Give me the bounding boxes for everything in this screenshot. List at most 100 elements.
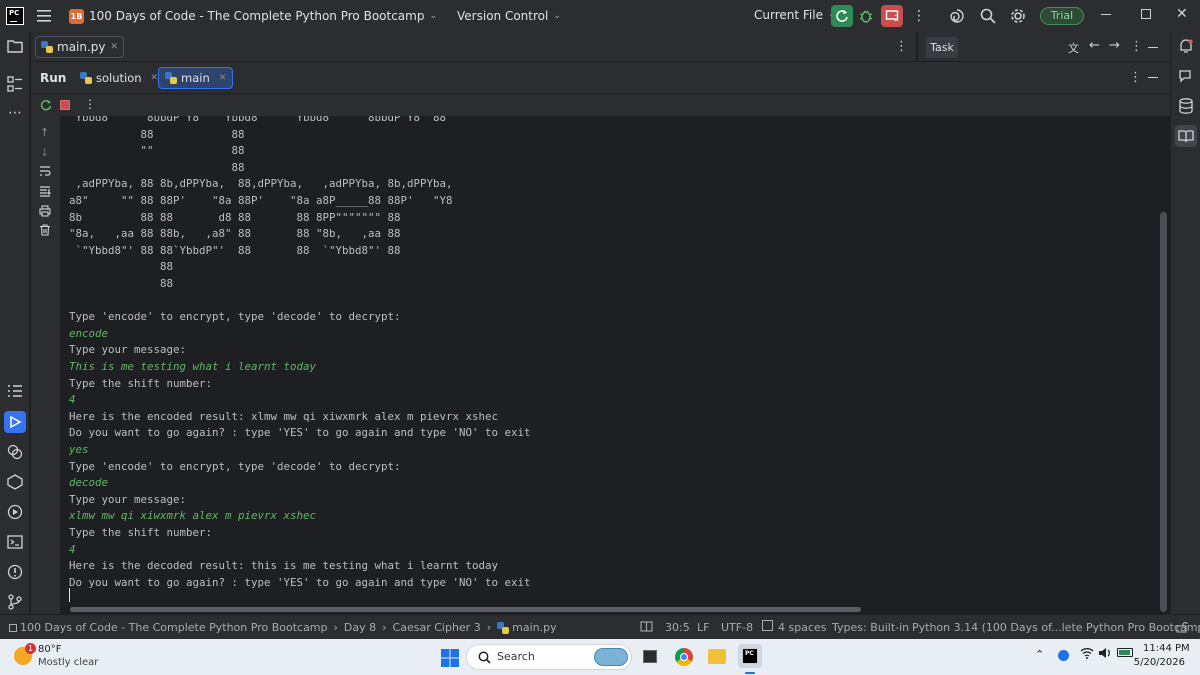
unlock-icon[interactable] — [1176, 621, 1188, 633]
clock-date[interactable]: 5/20/2026 — [1131, 657, 1185, 668]
chevron-down-icon: ⌄ — [429, 11, 438, 21]
project-selector[interactable]: 1B 100 Days of Code - The Complete Pytho… — [69, 8, 438, 24]
structure-icon[interactable] — [6, 75, 24, 93]
breadcrumb-item[interactable]: Day 8 — [344, 621, 376, 634]
arrow-left-icon[interactable]: ← — [1089, 38, 1100, 53]
file-encoding[interactable]: UTF-8 — [721, 621, 753, 634]
problems-icon[interactable] — [6, 563, 24, 581]
task-view-icon[interactable] — [643, 650, 657, 663]
more-options-icon[interactable]: ⋮ — [84, 97, 96, 111]
scroll-up-icon[interactable]: ↑ — [40, 126, 49, 139]
project-module-icon — [9, 623, 17, 632]
active-app-indicator — [745, 672, 755, 674]
run-config-selector[interactable]: Current File ⌄ — [754, 8, 836, 22]
horizontal-scrollbar[interactable] — [70, 607, 861, 612]
rerun-button[interactable] — [831, 5, 853, 27]
indent-setting[interactable]: 4 spaces — [778, 621, 827, 634]
taskbar-search-box[interactable]: Search — [466, 644, 632, 670]
vcs-readonly-icon[interactable] — [640, 621, 653, 632]
python-interpreter[interactable]: Python 3.14 (100 Days of...lete Python P… — [912, 621, 1200, 634]
notifications-bell-icon[interactable] — [1177, 37, 1195, 55]
type-checking[interactable]: Types: Built-in — [832, 621, 909, 634]
git-icon[interactable] — [6, 593, 24, 611]
close-icon[interactable]: ✕ — [111, 42, 119, 52]
task-options-icon[interactable]: ⋮ — [1130, 39, 1143, 54]
trial-badge[interactable]: Trial — [1040, 7, 1084, 25]
taskbar-pycharm-active[interactable]: PC — [738, 644, 762, 668]
soft-wrap-icon[interactable] — [39, 166, 51, 176]
ai-chat-icon[interactable] — [1177, 67, 1195, 85]
run-tool-icon[interactable] — [4, 411, 26, 433]
tray-app-icon[interactable] — [1058, 650, 1069, 661]
translate-icon[interactable]: 文 — [1068, 40, 1079, 56]
weather-temp[interactable]: 80°F — [38, 644, 61, 655]
breadcrumb-item[interactable]: 100 Days of Code - The Complete Python P… — [20, 621, 328, 634]
vcs-selector[interactable]: Version Control ⌄ — [457, 9, 561, 23]
windows-start-icon[interactable] — [441, 649, 459, 667]
stop-icon[interactable] — [60, 100, 70, 110]
arrow-right-icon[interactable]: → — [1109, 38, 1120, 53]
console-output-line: "8a, ,aa 88 88b, ,a8" 88 88 "8b, ,aa 88 — [69, 227, 401, 241]
hide-run-panel-button[interactable] — [1148, 77, 1158, 79]
breadcrumb-item[interactable]: Caesar Cipher 3 — [393, 621, 481, 634]
database-icon[interactable] — [1177, 97, 1195, 115]
run-options-icon[interactable]: ⋮ — [1129, 70, 1142, 85]
console-output-line: 88 — [69, 277, 174, 290]
debug-icon[interactable] — [858, 8, 874, 24]
chrome-icon[interactable] — [675, 648, 693, 666]
project-folder-icon[interactable] — [6, 37, 24, 55]
ai-assistant-icon[interactable] — [949, 8, 965, 24]
vertical-scrollbar[interactable] — [1160, 212, 1167, 612]
rerun-icon[interactable] — [40, 99, 52, 111]
clear-all-trash-icon[interactable] — [39, 224, 51, 236]
scroll-down-icon[interactable]: ↓ — [40, 146, 49, 159]
console-user-input-line: 4 — [69, 542, 76, 556]
weather-desc[interactable]: Mostly clear — [38, 657, 98, 668]
battery-icon[interactable] — [1117, 648, 1133, 657]
learn-book-icon[interactable] — [1175, 125, 1197, 147]
wifi-icon[interactable] — [1080, 647, 1094, 659]
file-explorer-icon[interactable] — [708, 649, 726, 664]
close-icon[interactable]: ✕ — [219, 73, 227, 83]
debug-run-icon[interactable] — [6, 503, 24, 521]
search-icon[interactable] — [980, 8, 996, 24]
tab-options-icon[interactable]: ⋮ — [895, 39, 908, 54]
print-icon[interactable] — [39, 205, 51, 217]
task-panel-header: Task 文 ← → ⋮ — [917, 32, 1170, 62]
restore-window-button[interactable] — [1141, 9, 1151, 19]
settings-gear-icon[interactable] — [1010, 8, 1026, 24]
more-options-icon[interactable]: ⋮ — [912, 8, 926, 24]
breadcrumb: 100 Days of Code - The Complete Python P… — [9, 621, 557, 634]
run-console-output[interactable]: Ybbd8" `8bbdP"Y8 `Ybbd8" `Ybbd8" `8bbdP"… — [60, 116, 1170, 614]
console-output-line: Here is the decoded result: this is me t… — [69, 559, 499, 573]
line-separator[interactable]: LF — [697, 621, 709, 634]
search-highlight-image — [594, 648, 628, 666]
close-icon[interactable]: ✕ — [151, 73, 159, 83]
pycharm-logo[interactable]: PC — [0, 1, 30, 31]
services-icon[interactable] — [6, 473, 24, 491]
breadcrumb-item[interactable]: main.py — [512, 621, 556, 634]
terminal-icon[interactable] — [6, 533, 24, 551]
main-menu-icon[interactable] — [30, 1, 58, 31]
clock-time[interactable]: 11:44 PM — [1143, 643, 1190, 654]
more-tools-icon[interactable]: ⋯ — [6, 104, 24, 122]
scroll-to-end-icon[interactable] — [39, 186, 51, 197]
console-output-line: Here is the encoded result: xlmw mw qi x… — [69, 409, 499, 423]
todo-list-icon[interactable] — [6, 382, 24, 400]
python-packages-icon[interactable] — [6, 443, 24, 461]
speaker-icon[interactable] — [1098, 647, 1112, 659]
console-user-input-line: 4 — [69, 393, 76, 407]
minimize-window-button[interactable] — [1101, 14, 1111, 16]
editor-tab-main-py[interactable]: main.py ✕ — [35, 36, 125, 58]
run-tab-solution[interactable]: solution ✕ — [74, 67, 164, 89]
tray-overflow-chevron-icon[interactable]: ⌃ — [1035, 648, 1044, 661]
caret-position[interactable]: 30:5 — [665, 621, 690, 634]
console-output-line: 88 — [69, 160, 245, 174]
run-tab-main[interactable]: main ✕ — [158, 67, 234, 89]
stop-run-button[interactable]: 2 — [881, 5, 903, 27]
hide-panel-button[interactable] — [1148, 47, 1158, 49]
close-window-button[interactable]: ✕ — [1176, 6, 1188, 22]
console-output-line: Type 'encode' to encrypt, type 'decode' … — [69, 310, 401, 324]
chevron-right-icon: › — [382, 621, 387, 634]
task-tab[interactable]: Task — [926, 37, 958, 58]
